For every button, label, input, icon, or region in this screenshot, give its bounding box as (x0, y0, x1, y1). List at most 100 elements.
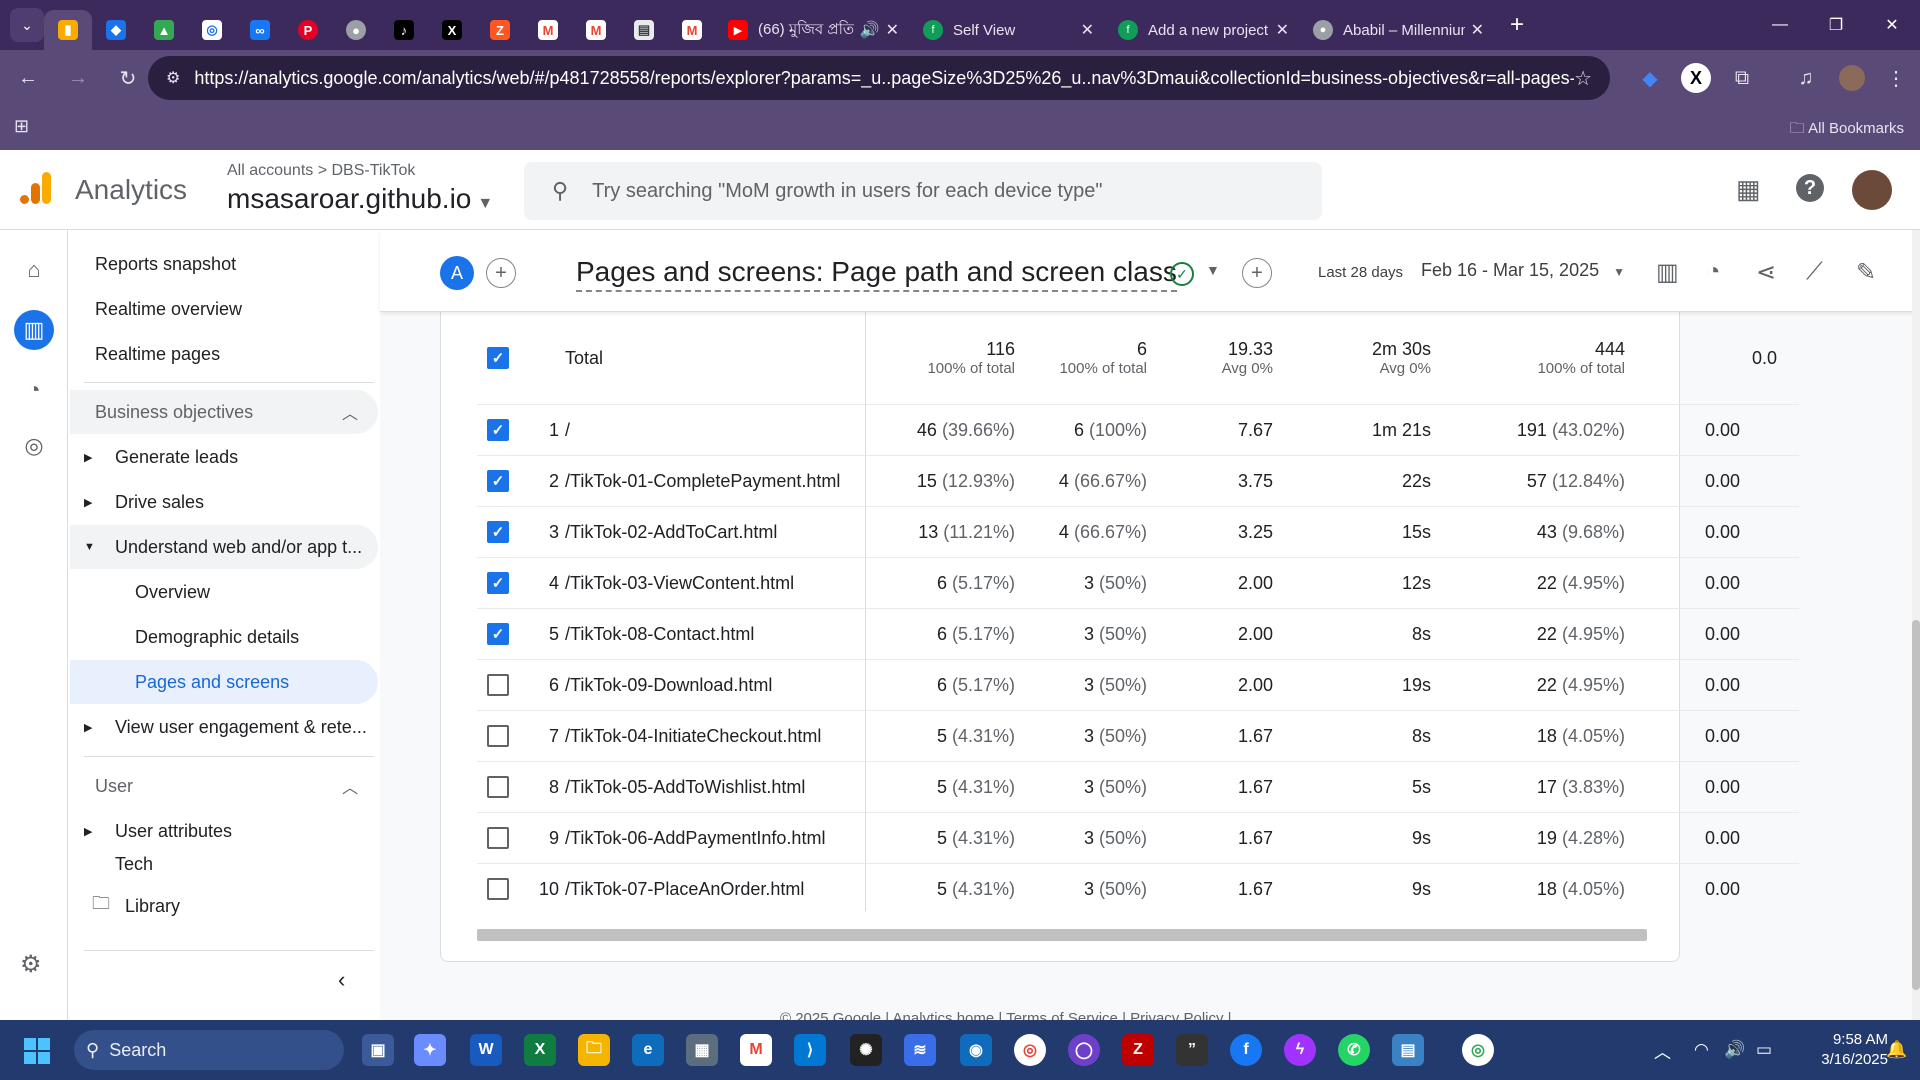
nav-demographic-details[interactable]: Demographic details (70, 615, 378, 659)
filezilla-icon[interactable]: Z (1122, 1034, 1154, 1066)
nav-user-section[interactable]: User ︿ (70, 764, 378, 808)
pinned-tab-9[interactable]: Z (476, 10, 524, 50)
bookmark-star-icon[interactable]: ☆ (1574, 66, 1592, 91)
property-selector[interactable]: msasaroar.github.io ▼ (227, 183, 493, 215)
page-path-link[interactable]: /TikTok-08-Contact.html (565, 609, 861, 660)
pinned-tab-4[interactable]: ∞ (236, 10, 284, 50)
volume-icon[interactable]: 🔊 (1724, 1020, 1745, 1080)
excel-icon[interactable]: X (524, 1034, 556, 1066)
select-all-checkbox[interactable]: ✓ (487, 347, 509, 369)
table-row[interactable]: ✓ 1 / 46 (39.66%) 6 (100%) 7.67 1m 21s 191 (43.… (477, 405, 1799, 456)
row-checkbox[interactable] (487, 776, 509, 798)
pinned-tab-1[interactable]: ◆ (92, 10, 140, 50)
row-checkbox[interactable]: ✓ (487, 419, 509, 441)
pinned-tab-6[interactable]: ● (332, 10, 380, 50)
account-breadcrumb[interactable]: All accounts > DBS-TikTok (227, 162, 415, 180)
nav-realtime-overview[interactable]: Realtime overview (70, 287, 378, 331)
pinned-tab-analytics[interactable]: ▮ (44, 10, 92, 50)
pinned-tab-5[interactable]: P (284, 10, 332, 50)
facebook-icon[interactable]: f (1230, 1034, 1262, 1066)
table-row[interactable]: 7/TikTok-04-InitiateCheckout.html 5 (4.31… (477, 711, 1799, 762)
chatgpt-icon[interactable]: ✺ (850, 1034, 882, 1066)
tab-ababil[interactable]: ● Ababil – Millennium ✕ (1301, 10, 1496, 50)
tab-add-project[interactable]: f Add a new project ✕ (1106, 10, 1301, 50)
page-path-link[interactable]: /TikTok-05-AddToWishlist.html (565, 762, 861, 813)
restore-button[interactable]: ❐ (1808, 0, 1864, 50)
battery-icon[interactable]: ▭ (1756, 1020, 1772, 1080)
row-checkbox[interactable]: ✓ (487, 572, 509, 594)
nav-drive-sales[interactable]: ▶ Drive sales (70, 480, 378, 524)
app-icon[interactable]: ≋ (904, 1034, 936, 1066)
close-icon[interactable]: ✕ (1081, 20, 1094, 40)
x-extension-icon[interactable]: X (1674, 56, 1718, 100)
chrome-active-icon[interactable]: ◎ (1462, 1034, 1494, 1066)
edit-pencil-icon[interactable]: ✎ (1856, 258, 1876, 287)
account-avatar[interactable] (1852, 170, 1892, 210)
copilot-icon[interactable]: ✦ (414, 1034, 446, 1066)
pinned-tab-13[interactable]: M (668, 10, 716, 50)
nav-business-objectives[interactable]: Business objectives ︿ (70, 390, 378, 434)
nav-realtime-pages[interactable]: Realtime pages (70, 332, 378, 376)
pinned-tab-3[interactable]: ◎ (188, 10, 236, 50)
explore-icon[interactable]: ◔ (14, 370, 54, 410)
row-checkbox[interactable]: ✓ (487, 521, 509, 543)
row-checkbox[interactable] (487, 878, 509, 900)
quote-app-icon[interactable]: ” (1176, 1034, 1208, 1066)
forward-button[interactable]: → (56, 56, 100, 100)
close-icon[interactable]: ✕ (1276, 20, 1289, 40)
row-checkbox[interactable] (487, 827, 509, 849)
table-row[interactable]: ✓ 3/TikTok-02-AddToCart.html 13 (11.21%) 4 … (477, 507, 1799, 558)
help-icon[interactable]: ? (1796, 174, 1824, 202)
calculator-icon[interactable]: ▦ (686, 1034, 718, 1066)
table-row[interactable]: 10/TikTok-07-PlaceAnOrder.html 5 (4.31%) 3… (477, 864, 1799, 911)
insights-icon[interactable]: ◔ (1706, 258, 1721, 286)
page-path-link[interactable]: /TikTok-09-Download.html (565, 660, 861, 711)
page-path-link[interactable]: /TikTok-02-AddToCart.html (565, 507, 861, 558)
pinned-tab-11[interactable]: M (572, 10, 620, 50)
page-path-link[interactable]: /TikTok-03-ViewContent.html (565, 558, 861, 609)
extensions-puzzle-icon[interactable]: ⧉ (1720, 56, 1764, 100)
extension-icon[interactable]: ◆ (1628, 56, 1672, 100)
windows-start-icon[interactable] (24, 1038, 50, 1064)
apps-grid-icon[interactable]: ▦ (1736, 174, 1761, 205)
tray-chevron-icon[interactable]: ︿ (1654, 1020, 1671, 1080)
tab-youtube[interactable]: ▶ (66) মুজিব প্রতিদিন 🔊 ✕ (716, 10, 911, 50)
nav-user-attributes[interactable]: ▶ User attributes (70, 809, 378, 853)
pinned-tab-2[interactable]: ▲ (140, 10, 188, 50)
add-report-button[interactable]: + (1242, 258, 1272, 288)
footer-links[interactable]: © 2025 Google | Analytics home | Terms o… (780, 1010, 1232, 1020)
tab-self-view[interactable]: f Self View ✕ (911, 10, 1106, 50)
gmail-icon[interactable]: M (740, 1034, 772, 1066)
taskbar-clock[interactable]: 9:58 AM 3/16/2025 (1782, 1030, 1888, 1070)
page-path-link[interactable]: / (565, 405, 861, 456)
pinned-tab-10[interactable]: M (524, 10, 572, 50)
address-bar[interactable]: ⚙ https://analytics.google.com/analytics… (148, 56, 1610, 100)
messenger-icon[interactable]: ϟ (1284, 1034, 1316, 1066)
row-checkbox[interactable] (487, 725, 509, 747)
analytics-logo-icon[interactable] (18, 170, 54, 206)
table-row[interactable]: ✓ 4/TikTok-03-ViewContent.html 6 (5.17%) 3 … (477, 558, 1799, 609)
pinned-tab-12[interactable]: ▤ (620, 10, 668, 50)
back-button[interactable]: ← (6, 56, 50, 100)
audio-icon[interactable]: 🔊 (860, 20, 880, 40)
media-controls-icon[interactable]: ♫ (1784, 56, 1828, 100)
nav-library[interactable]: 🗀 Library (70, 884, 378, 928)
table-row[interactable]: 9/TikTok-06-AddPaymentInfo.html 5 (4.31%)… (477, 813, 1799, 864)
apps-grid-icon[interactable]: ⊞ (14, 116, 29, 137)
trend-icon[interactable]: ⟋ (1806, 258, 1823, 286)
site-info-icon[interactable]: ⚙ (166, 68, 180, 88)
browser-icon[interactable]: ◉ (960, 1034, 992, 1066)
date-range-picker[interactable]: Feb 16 - Mar 15, 2025 ▼ (1421, 260, 1625, 281)
table-row[interactable]: 6/TikTok-09-Download.html 6 (5.17%) 3 (50%… (477, 660, 1799, 711)
page-scrollbar[interactable] (1912, 230, 1920, 1020)
task-view-icon[interactable]: ▣ (362, 1034, 394, 1066)
table-row[interactable]: 8/TikTok-05-AddToWishlist.html 5 (4.31%) 3… (477, 762, 1799, 813)
reload-button[interactable]: ↻ (106, 56, 150, 100)
file-explorer-icon[interactable]: 🗀 (578, 1034, 610, 1066)
profile-avatar[interactable] (1830, 56, 1874, 100)
page-path-link[interactable]: /TikTok-06-AddPaymentInfo.html (565, 813, 861, 864)
tab-search-button[interactable]: ⌄ (10, 8, 44, 42)
github-icon[interactable]: ◯ (1068, 1034, 1100, 1066)
nav-pages-and-screens[interactable]: Pages and screens (70, 660, 378, 704)
nav-reports-snapshot[interactable]: Reports snapshot (70, 242, 378, 286)
